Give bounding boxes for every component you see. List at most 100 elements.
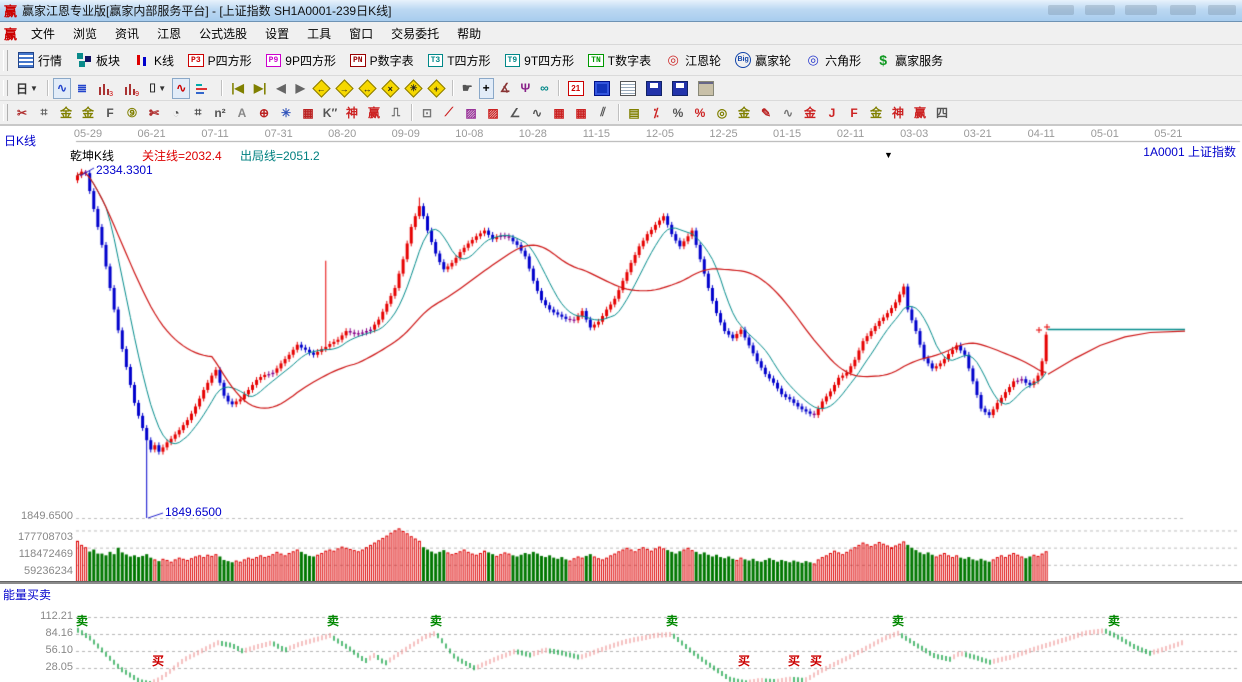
win-slant-icon[interactable]: 赢: [910, 102, 930, 123]
high-price-annotation: 2334.3301: [96, 163, 153, 177]
menu-item-0[interactable]: 文件: [22, 22, 64, 45]
diamond-cross-icon[interactable]: +: [426, 78, 447, 99]
god-char-icon[interactable]: 神: [342, 102, 362, 123]
rays-box-icon[interactable]: ▨: [461, 102, 481, 123]
brush-icon[interactable]: ✎: [756, 102, 776, 123]
bars-9-icon[interactable]: [119, 78, 143, 99]
n-squared-icon[interactable]: n²: [210, 102, 230, 123]
prev-bar-icon[interactable]: ◀: [272, 78, 289, 99]
calculator-icon[interactable]: [590, 78, 614, 99]
diamond-x-icon[interactable]: ×: [380, 78, 401, 99]
magic-tool-icon[interactable]: Ψ: [516, 78, 534, 99]
t3-square-button[interactable]: T3T四方形: [421, 47, 498, 73]
box-measure-icon[interactable]: ⊡: [417, 102, 437, 123]
first-bar-icon[interactable]: |◀: [227, 78, 248, 99]
menu-item-6[interactable]: 工具: [298, 22, 340, 45]
gann-wheel-button[interactable]: ◎江恩轮: [658, 47, 728, 73]
gold-slant-icon[interactable]: 金: [866, 102, 886, 123]
knife-tool-icon[interactable]: ✂: [12, 102, 32, 123]
target-cross-icon[interactable]: ⊕: [254, 102, 274, 123]
sectors-button[interactable]: 板块: [69, 47, 127, 73]
diamond-hmove-icon[interactable]: ↔: [357, 78, 378, 99]
percent-icon[interactable]: %: [668, 102, 688, 123]
grid-target-icon[interactable]: ▦: [298, 102, 318, 123]
diamond-star-icon[interactable]: ✳: [403, 78, 424, 99]
p-number-button[interactable]: PNP数字表: [343, 47, 421, 73]
gold-gann2-icon[interactable]: 金: [78, 102, 98, 123]
menu-item-1[interactable]: 浏览: [64, 22, 106, 45]
candle-style-dropdown[interactable]: ⌷▼: [145, 78, 170, 99]
winner-wheel-button[interactable]: Big赢家轮: [728, 47, 798, 73]
wave-a-icon[interactable]: ∿: [778, 102, 798, 123]
four-slant-icon[interactable]: 四: [932, 102, 952, 123]
ruler-123-icon[interactable]: ⎍: [386, 102, 406, 123]
notepad-icon[interactable]: [616, 78, 640, 99]
line-percent-icon[interactable]: ⁒: [646, 102, 666, 123]
list-notes-icon[interactable]: ≣: [73, 78, 91, 99]
menu-item-7[interactable]: 窗口: [340, 22, 382, 45]
histogram-icon[interactable]: [192, 78, 216, 99]
knife-hash-icon[interactable]: ✄: [144, 102, 164, 123]
hash-ruler-icon[interactable]: ⌗: [34, 102, 54, 123]
bars-3-icon[interactable]: [93, 78, 117, 99]
kline-button[interactable]: K线: [127, 47, 181, 73]
percent-under-icon[interactable]: %: [690, 102, 710, 123]
hexagon-button[interactable]: ◎六角形: [798, 47, 868, 73]
menu-item-9[interactable]: 帮助: [448, 22, 490, 45]
coil-9-icon[interactable]: ⑨: [122, 102, 142, 123]
diamond-left-icon[interactable]: ←: [311, 78, 332, 99]
win-char-icon[interactable]: 赢: [364, 102, 384, 123]
next-bar-icon[interactable]: ▶: [292, 78, 309, 99]
k-quote-icon[interactable]: K″: [320, 102, 340, 123]
pane-divider[interactable]: [0, 581, 1242, 585]
clock-cycle-icon[interactable]: ◔: [166, 102, 186, 123]
gold-circle-icon[interactable]: ◎: [712, 102, 732, 123]
hash-ruler2-icon[interactable]: ⌗: [188, 102, 208, 123]
angle-measure-icon[interactable]: ∡: [496, 78, 515, 99]
f-ruler-icon[interactable]: F: [100, 102, 120, 123]
angle-lines-icon[interactable]: ∠: [505, 102, 525, 123]
hand-pan-icon[interactable]: ☛: [458, 78, 477, 99]
rays-box2-icon[interactable]: ▨: [483, 102, 503, 123]
gold-line-icon[interactable]: 金: [734, 102, 754, 123]
p9-square-button[interactable]: P99P四方形: [259, 47, 343, 73]
period-day-dropdown[interactable]: 日▼: [12, 78, 42, 99]
f-slant-icon[interactable]: F: [844, 102, 864, 123]
toolbar-grip[interactable]: [3, 50, 8, 71]
gold-gann-icon[interactable]: 金: [56, 102, 76, 123]
diamond-right-icon[interactable]: →: [334, 78, 355, 99]
j-slant-icon[interactable]: J: [822, 102, 842, 123]
save-icon[interactable]: [642, 78, 666, 99]
slant-lines-icon[interactable]: ⫽: [593, 102, 613, 123]
a-line-icon[interactable]: A: [232, 102, 252, 123]
menu-item-5[interactable]: 设置: [256, 22, 298, 45]
rays-icon[interactable]: ⟋: [439, 102, 459, 123]
menu-item-2[interactable]: 资讯: [106, 22, 148, 45]
toolbar-grip[interactable]: [3, 104, 8, 120]
menu-item-8[interactable]: 交易委托: [382, 22, 448, 45]
crosshair-icon[interactable]: +: [479, 78, 494, 99]
pattern-brain-icon[interactable]: ∞: [536, 78, 553, 99]
toolbar-grip[interactable]: [3, 80, 8, 97]
star-burst-icon[interactable]: ✳: [276, 102, 296, 123]
quotes-button[interactable]: 行情: [11, 47, 69, 73]
red-grid-arrow-icon[interactable]: ▦: [571, 102, 591, 123]
web-save-icon[interactable]: [668, 78, 692, 99]
p3-square-button[interactable]: P3P四方形: [181, 47, 259, 73]
gold-under-icon[interactable]: 金: [800, 102, 820, 123]
last-bar-icon[interactable]: ▶|: [250, 78, 271, 99]
red-pattern-icon[interactable]: ∿: [172, 78, 190, 99]
menu-item-3[interactable]: 江恩: [148, 22, 190, 45]
table-percent-icon[interactable]: ▤: [624, 102, 644, 123]
red-grid-icon[interactable]: ▦: [549, 102, 569, 123]
computer-icon[interactable]: [694, 78, 718, 99]
god-slant-icon[interactable]: 神: [888, 102, 908, 123]
menu-item-4[interactable]: 公式选股: [190, 22, 256, 45]
zigzag-pattern-icon[interactable]: ∿: [53, 78, 71, 99]
t-number-button[interactable]: TNT数字表: [581, 47, 658, 73]
calendar-icon[interactable]: 21: [564, 78, 588, 99]
wave-check-icon[interactable]: ∿: [527, 102, 547, 123]
service-button[interactable]: $赢家服务: [868, 47, 950, 73]
t9-square-button[interactable]: T99T四方形: [498, 47, 582, 73]
kline-chart-canvas[interactable]: [0, 126, 1242, 682]
